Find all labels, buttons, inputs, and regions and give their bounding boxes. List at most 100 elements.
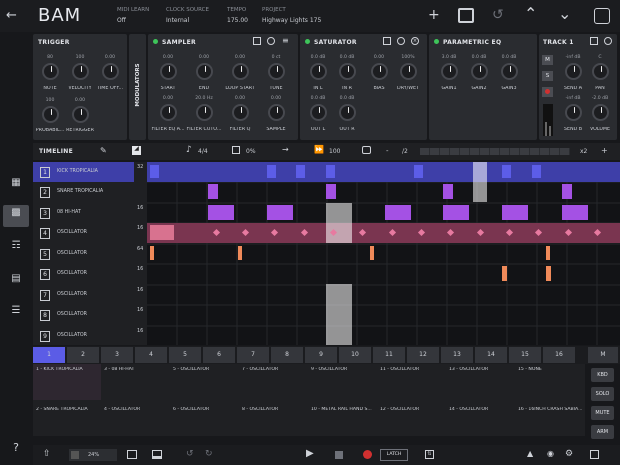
note[interactable] — [238, 246, 242, 260]
divide-button[interactable]: /2 — [402, 148, 408, 155]
eq-power-led[interactable] — [434, 39, 439, 44]
step-6[interactable]: 6 — [203, 347, 235, 363]
out-l-knob[interactable] — [310, 104, 327, 121]
note[interactable] — [502, 266, 507, 281]
pattern-cell[interactable]: 11 - OSCILLATOR — [380, 367, 444, 372]
send-b-knob[interactable] — [565, 104, 582, 121]
timeline-scrollbar[interactable] — [420, 148, 570, 155]
filter-q-knob[interactable] — [232, 104, 249, 121]
gain1-knob[interactable] — [441, 63, 458, 80]
step-9[interactable]: 9 — [305, 347, 337, 363]
note[interactable] — [502, 205, 528, 220]
note[interactable] — [546, 246, 550, 260]
routing-icon[interactable]: ☶ — [6, 240, 26, 258]
step-7[interactable]: 7 — [237, 347, 269, 363]
volume-knob[interactable] — [592, 104, 609, 121]
note[interactable] — [267, 205, 293, 220]
layout-icon-1[interactable] — [127, 450, 137, 459]
retrigger-knob[interactable] — [72, 106, 89, 123]
note[interactable] — [150, 225, 174, 240]
project-value[interactable]: Highway Lights 175 — [262, 17, 321, 24]
grid-view-icon[interactable]: ▦ — [6, 177, 26, 195]
track-save-icon[interactable] — [590, 37, 598, 45]
save-icon[interactable] — [458, 8, 474, 23]
note[interactable] — [443, 184, 453, 199]
track-row-3[interactable]: 3 08 HI-HAT — [33, 203, 134, 223]
track-row-7[interactable]: 7 OSCILLATOR — [33, 285, 134, 305]
pattern-cell[interactable]: 9 - OSCILLATOR — [311, 367, 375, 372]
pattern-cell[interactable]: 4 - OSCILLATOR — [104, 407, 168, 412]
step-8[interactable]: 8 — [271, 347, 303, 363]
kbd-button[interactable]: KBD — [591, 368, 614, 382]
arm-button[interactable]: ARM — [591, 425, 614, 439]
note[interactable] — [385, 205, 411, 220]
loop-start-knob[interactable] — [232, 63, 249, 80]
in-r-knob[interactable] — [339, 63, 356, 80]
in-l-knob[interactable] — [310, 63, 327, 80]
filter-eq-knob[interactable] — [160, 104, 177, 121]
rate-value[interactable]: 100 — [329, 148, 340, 155]
back-arrow-icon[interactable]: ← — [6, 8, 22, 24]
comment-icon[interactable] — [362, 146, 371, 154]
note[interactable] — [370, 246, 374, 260]
sampler-power-led[interactable] — [153, 39, 158, 44]
filter-cutoff-knob[interactable] — [196, 104, 213, 121]
start-knob[interactable] — [160, 63, 177, 80]
note[interactable] — [208, 205, 234, 220]
note[interactable] — [562, 205, 588, 220]
time-offset-knob[interactable] — [102, 63, 119, 80]
chevron-up-icon[interactable]: ⌃ — [524, 6, 537, 22]
saturator-power-led[interactable] — [305, 39, 310, 44]
track-5-steps[interactable]: 64 — [137, 246, 143, 252]
pattern-cell[interactable]: 14 - OSCILLATOR — [449, 407, 513, 412]
note[interactable] — [150, 246, 154, 260]
undo-icon[interactable]: ↺ — [492, 8, 504, 22]
palette-icon[interactable]: ◉ — [547, 450, 554, 458]
pan-knob[interactable] — [592, 63, 609, 80]
track-row-1[interactable]: 1 KICK TROPICALIA — [33, 162, 134, 182]
track-6-steps[interactable]: 16 — [137, 266, 143, 272]
track-row-8[interactable]: 8 OSCILLATOR — [33, 305, 134, 325]
undo-footer-icon[interactable]: ↺ — [186, 450, 194, 459]
step-3[interactable]: 3 — [101, 347, 133, 363]
note[interactable] — [208, 184, 218, 199]
send-a-knob[interactable] — [565, 63, 582, 80]
track-row-4[interactable]: 4 OSCILLATOR — [33, 223, 134, 243]
gain2-knob[interactable] — [471, 63, 488, 80]
latch-button[interactable]: LATCH — [380, 449, 408, 461]
midi-learn-value[interactable]: Off — [117, 17, 126, 24]
saturator-close-icon[interactable]: × — [411, 37, 419, 45]
note[interactable] — [414, 165, 423, 178]
out-r-knob[interactable] — [339, 104, 356, 121]
track-1-steps[interactable]: 32 — [137, 164, 143, 170]
expand-icon[interactable]: ⇅ — [425, 450, 434, 459]
sampler-save-icon[interactable] — [253, 37, 261, 45]
pattern-cell[interactable]: 5 - OSCILLATOR — [173, 367, 237, 372]
probability-knob[interactable] — [42, 106, 59, 123]
step-4[interactable]: 4 — [135, 347, 167, 363]
note[interactable] — [296, 165, 305, 178]
step-13[interactable]: 13 — [441, 347, 473, 363]
chevron-down-icon[interactable]: ⌄ — [558, 6, 571, 22]
pattern-cell[interactable]: 15 - NONE — [518, 367, 582, 372]
step-10[interactable]: 10 — [339, 347, 371, 363]
add-icon[interactable]: + — [428, 8, 440, 22]
pattern-cell[interactable]: 1 - KICK TROPICALIA — [36, 367, 100, 372]
metronome-icon[interactable]: ▲ — [527, 450, 533, 458]
track-settings-icon[interactable] — [604, 37, 612, 45]
pattern-cell[interactable]: 3 - 08 HI-HAT — [104, 367, 168, 372]
step-2[interactable]: 2 — [67, 347, 99, 363]
track-9-steps[interactable]: 16 — [137, 328, 143, 334]
sampler-menu-icon[interactable]: ≡ — [282, 37, 289, 45]
end-knob[interactable] — [196, 63, 213, 80]
pattern-cell[interactable]: 16 - 16INCH CRASH SABIA... — [518, 407, 582, 412]
sample-knob[interactable] — [268, 104, 285, 121]
gain3-knob[interactable] — [501, 63, 518, 80]
track-8-steps[interactable]: 16 — [137, 307, 143, 313]
pattern-cell[interactable]: 6 - OSCILLATOR — [173, 407, 237, 412]
settings-icon[interactable]: ⚙ — [565, 450, 573, 459]
pencil-icon[interactable]: ✎ — [100, 147, 107, 155]
track-4-steps[interactable]: 16 — [137, 225, 143, 231]
solo-button[interactable]: SOLO — [591, 387, 614, 401]
step-16[interactable]: 16 — [543, 347, 575, 363]
